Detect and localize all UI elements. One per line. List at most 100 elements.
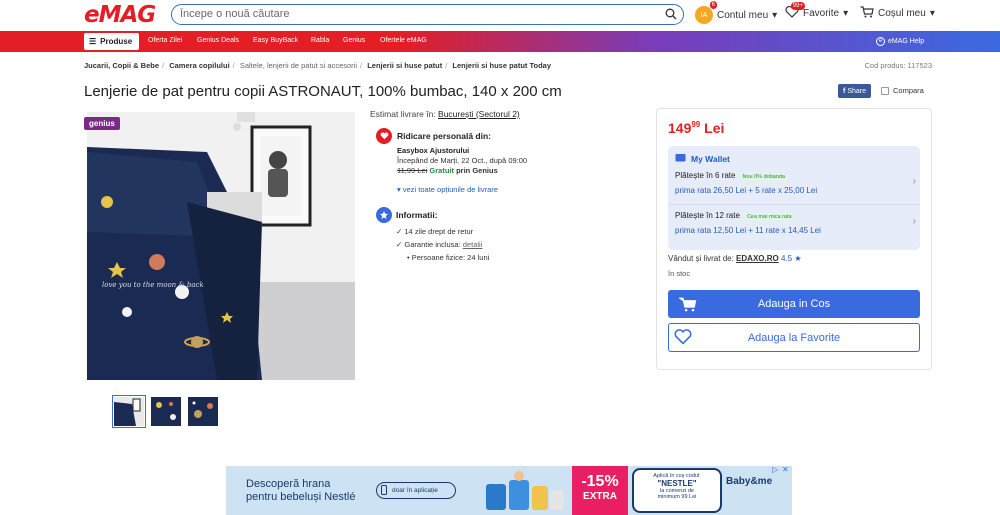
breadcrumb-item[interactable]: Saltele, lenjerii de patut si accesorii	[240, 61, 357, 70]
compare-toggle[interactable]: Compara	[881, 86, 924, 95]
seller-rating: 4.5	[780, 254, 793, 263]
nestle-ad-banner[interactable]: Descoperă hrana pentru bebeluși Nestlé d…	[226, 466, 792, 515]
delivery-estimate: Estimat livrare în: București (Sectorul …	[370, 109, 520, 119]
check-icon: ✓	[396, 240, 403, 249]
wallet-label: My Wallet	[691, 153, 730, 164]
breadcrumb-item[interactable]: Camera copilului	[169, 61, 229, 70]
info-item-persons: • Persoane fizice: 24 luni	[407, 253, 489, 262]
nav-link-rabla[interactable]: Rabla	[311, 37, 329, 44]
top-header: eMAG IA6 Contul meu ▾ 99+ Favorite ▾ Coș…	[0, 0, 1000, 31]
wallet-header: My Wallet	[675, 153, 730, 164]
account-menu[interactable]: IA 6 Contul meu ▾	[695, 1, 778, 24]
breadcrumb-item[interactable]: Jucarii, Copii & Bebe	[84, 61, 159, 70]
search-input[interactable]	[180, 8, 650, 20]
pickup-date: Începând de Marți, 22 Oct., după 09:00	[397, 156, 528, 165]
chevron-down-icon: ▾	[772, 9, 778, 21]
pickup-heart-icon	[376, 128, 392, 144]
installment-6-badge: Nou 0% dobanda	[739, 173, 788, 181]
emag-logo[interactable]: eMAG	[84, 2, 156, 28]
favorites-label: Favorite	[803, 8, 840, 19]
product-thumbnail[interactable]	[112, 395, 146, 428]
nav-link-oferta-zilei[interactable]: Oferta Zilei	[148, 37, 182, 44]
nav-link-ofertele-emag[interactable]: Ofertele eMAG	[380, 37, 427, 44]
cart-menu[interactable]: Coșul meu ▾	[860, 6, 935, 21]
seller-label: Vândut și livrat de:	[668, 254, 734, 263]
ad-code-line3: minimum 99 Lei	[657, 494, 697, 500]
image-text: love you to the moon & back	[102, 281, 204, 289]
pickup-old-price: 11,99 Lei	[397, 166, 428, 175]
installment-6-option[interactable]: Plătește în 6 rate Nou 0% dobanda prima r…	[668, 166, 920, 203]
installment-6-detail: prima rata 26,50 Lei + 5 rate x 25,00 Le…	[675, 186, 818, 195]
product-main-image[interactable]: love you to the moon & back	[87, 112, 355, 380]
ad-app-pill: doar în aplicație	[376, 482, 456, 499]
check-icon: ✓	[396, 227, 403, 236]
search-bar[interactable]	[171, 4, 684, 25]
ad-info-icon[interactable]: ▷	[772, 465, 778, 474]
ad-discount-extra: EXTRA	[583, 491, 617, 502]
bullet-icon: •	[407, 253, 410, 262]
help-label: eMAG Help	[888, 38, 925, 45]
ad-app-label: doar în aplicație	[392, 487, 438, 494]
info-item-return-label: 14 zile drept de retur	[404, 227, 474, 236]
pickup-genius-label: prin Genius	[456, 166, 498, 175]
delivery-location-link[interactable]: București (Sectorul 2)	[438, 109, 520, 119]
product-thumbnail[interactable]	[151, 397, 181, 426]
products-menu-button[interactable]: ☰ Produse	[84, 33, 139, 50]
ad-close-icon[interactable]: ✕	[782, 465, 789, 474]
wallet-divider	[668, 204, 920, 205]
ad-discount: -15% EXTRA	[572, 466, 628, 515]
installment-6-title: Plătește în 6 rate Nou 0% dobanda	[675, 171, 788, 181]
help-link[interactable]: e eMAG Help	[876, 37, 924, 46]
help-icon: e	[876, 37, 885, 46]
installment-12-title-label: Plătește în 12 rate	[675, 211, 740, 220]
info-item-persons-label: Persoane fizice: 24 luni	[411, 253, 490, 262]
ad-brand: Baby&me	[726, 476, 773, 487]
nav-link-genius[interactable]: Genius	[343, 37, 365, 44]
facebook-icon: f	[842, 87, 846, 95]
info-item-warranty: ✓ Garantie inclusa: detalii	[396, 240, 482, 249]
favorites-badge: 99+	[790, 2, 805, 10]
wallet-icon	[675, 153, 686, 164]
nav-link-genius-deals[interactable]: Genius Deals	[197, 37, 239, 44]
pickup-title: Ridicare personală din:	[397, 131, 491, 141]
more-delivery-options-link[interactable]: ▾ vezi toate opțiunile de livrare	[397, 185, 498, 194]
chevron-right-icon: ›	[912, 176, 916, 187]
cart-icon	[860, 6, 874, 21]
seller-name-link[interactable]: EDAXO.RO	[736, 254, 779, 263]
add-to-favorites-button[interactable]: Adauga la Favorite	[668, 323, 920, 352]
installment-12-title: Plătește în 12 rate Cea mai mica rata	[675, 211, 795, 221]
price-currency: Lei	[704, 120, 725, 136]
info-title: Informatii:	[396, 210, 438, 220]
compare-checkbox[interactable]	[881, 86, 889, 95]
info-icon	[376, 207, 392, 223]
warranty-details-link[interactable]: detalii	[463, 240, 483, 249]
heart-icon	[674, 329, 692, 348]
installment-12-option[interactable]: Plătește în 12 rate Cea mai mica rata pri…	[668, 206, 920, 246]
breadcrumb-item[interactable]: Lenjerii si huse patut	[367, 61, 442, 70]
nav-bar: ☰ Produse Oferta Zilei Genius Deals Easy…	[0, 31, 1000, 52]
avatar-initials: IA	[700, 11, 708, 19]
chevron-down-icon: ▾	[397, 185, 401, 194]
pickup-free-label: Gratuit	[429, 166, 454, 175]
product-price: 14999 Lei	[668, 120, 724, 136]
ad-product-cans	[481, 470, 566, 512]
breadcrumb-item[interactable]: Lenjerii si huse patut Today	[452, 61, 551, 70]
add-to-cart-button[interactable]: Adauga in Cos	[668, 290, 920, 318]
ad-code: "NESTLE"	[657, 479, 697, 488]
stock-status: în stoc	[668, 269, 691, 278]
info-item-return: ✓ 14 zile drept de retur	[396, 227, 473, 236]
avatar: IA 6	[695, 1, 717, 24]
installment-12-badge: Cea mai mica rata	[743, 213, 795, 221]
product-thumbnail[interactable]	[188, 397, 218, 426]
nav-link-easy-buyback[interactable]: Easy BuyBack	[253, 37, 298, 44]
price-integer: 149	[668, 120, 692, 136]
chevron-down-icon: ▾	[843, 8, 849, 19]
search-icon[interactable]	[665, 8, 677, 23]
facebook-share-button[interactable]: f Share	[838, 84, 871, 98]
pickup-price: 11,99 Lei Gratuit prin Genius	[397, 166, 498, 175]
breadcrumb: Jucarii, Copii & Bebe / Camera copilului /…	[84, 61, 552, 70]
wallet-installments-panel: My Wallet Plătește în 6 rate Nou 0% doban…	[668, 146, 920, 250]
heart-icon: 99+	[785, 2, 805, 21]
cart-icon	[673, 292, 703, 316]
favorites-menu[interactable]: 99+ Favorite ▾	[785, 2, 849, 21]
